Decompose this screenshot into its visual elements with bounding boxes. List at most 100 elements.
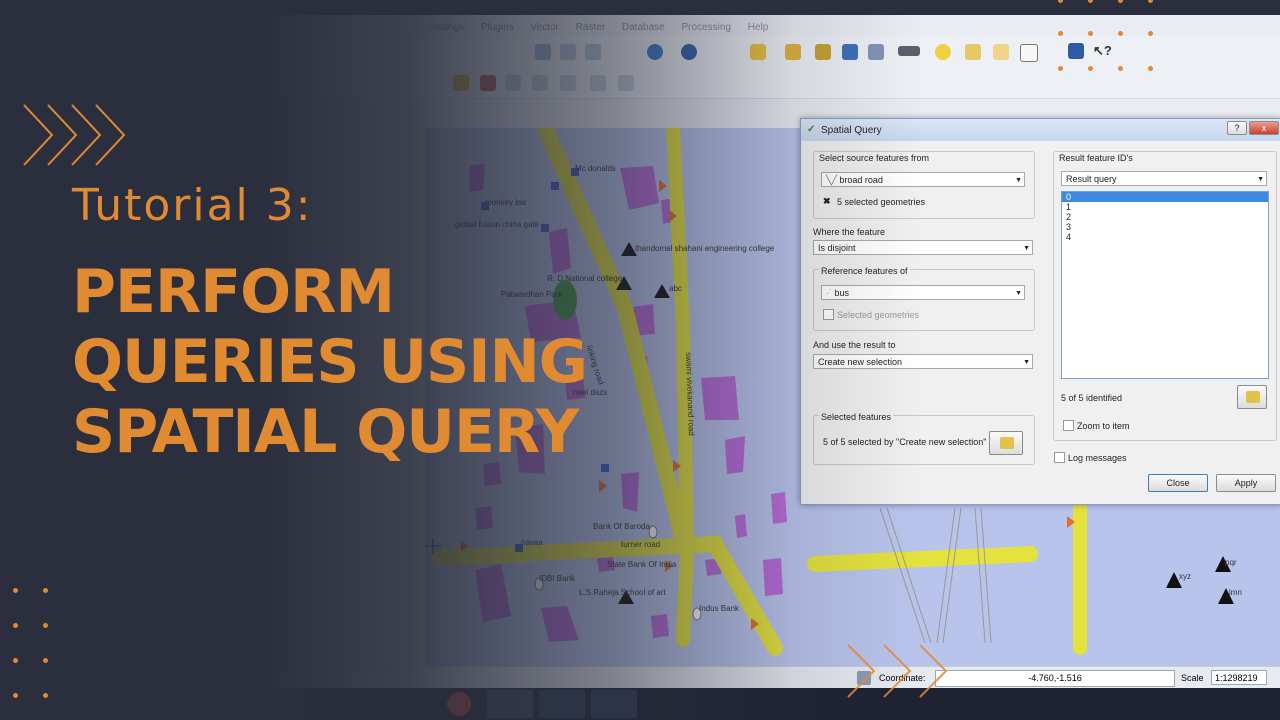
map-tips-icon[interactable]: [935, 44, 951, 60]
reference-group-title: Reference features of: [819, 266, 910, 276]
close-button[interactable]: Close: [1148, 474, 1208, 492]
result-query-value: Result query: [1066, 174, 1117, 184]
whats-this-icon[interactable]: ↖?: [1093, 43, 1112, 59]
menu-settings[interactable]: Settings: [428, 22, 464, 33]
log-messages-label: Log messages: [1068, 453, 1127, 463]
reference-selected-checkbox[interactable]: [823, 309, 834, 320]
map-label: monkey bar: [485, 198, 527, 207]
statistics-icon[interactable]: [868, 44, 884, 60]
zoom-selected-button[interactable]: [1237, 385, 1267, 409]
zoom-out-icon[interactable]: [585, 44, 601, 60]
reference-selected-label: Selected geometries: [837, 310, 920, 320]
menu-vector[interactable]: Vector: [531, 22, 559, 33]
list-item[interactable]: 2: [1062, 212, 1268, 222]
list-item[interactable]: 0: [1062, 192, 1268, 202]
building-polygon: [549, 228, 571, 274]
title-line-2: QUERIES USING: [72, 327, 588, 397]
chevron-down-icon: ▼: [1015, 177, 1022, 184]
spatial-query-dialog: ✓ Spatial Query ? x Select source featur…: [800, 118, 1280, 505]
log-messages-checkbox[interactable]: [1054, 452, 1065, 463]
coordinate-field[interactable]: -4.760,-1.516: [935, 670, 1175, 687]
map-label: Patwardhan Park: [501, 290, 563, 299]
checkbox-checked-icon[interactable]: ✖: [823, 196, 831, 207]
edit-tool-icon[interactable]: [618, 75, 634, 91]
building-polygon: [763, 558, 783, 596]
edit-tool-icon[interactable]: [590, 75, 606, 91]
building-polygon: [725, 436, 745, 474]
source-layer-combo[interactable]: ╲╱ broad road ▼: [821, 172, 1025, 187]
building-polygon: [469, 163, 485, 192]
result-query-combo[interactable]: Result query ▼: [1061, 171, 1267, 186]
attribute-table-icon[interactable]: [842, 44, 858, 60]
text-annotation-icon[interactable]: [1020, 44, 1038, 62]
menu-help[interactable]: Help: [748, 22, 769, 33]
identify-icon[interactable]: [681, 44, 697, 60]
spatial-query-icon: ✓: [807, 124, 816, 135]
building-polygon: [621, 472, 639, 512]
dialog-close-x-button[interactable]: x: [1249, 121, 1279, 135]
refresh-icon[interactable]: [647, 44, 663, 60]
dialog-title: Spatial Query: [821, 125, 882, 136]
map-label: IDBI Bank: [539, 574, 576, 583]
window-taskbar-icon[interactable]: [539, 690, 585, 718]
scale-combo[interactable]: 1:1298219: [1211, 670, 1267, 685]
park-polygon: [553, 280, 577, 320]
selection-icon: [1000, 437, 1014, 449]
poi-square: [551, 182, 559, 190]
map-label: lmn: [1229, 588, 1242, 597]
chevron-down-icon: ▼: [1023, 359, 1030, 366]
help-icon[interactable]: [1068, 43, 1084, 59]
menu-database[interactable]: Database: [622, 22, 665, 33]
building-polygon: [771, 492, 787, 524]
digitize-icon[interactable]: [453, 75, 469, 91]
source-group-title: Select source features from: [819, 153, 930, 163]
dialog-help-button[interactable]: ?: [1227, 121, 1247, 135]
map-label: Indus Bank: [699, 604, 740, 613]
deselect-icon[interactable]: [785, 44, 801, 60]
menu-raster[interactable]: Raster: [576, 22, 605, 33]
result-action-combo[interactable]: Create new selection ▼: [813, 354, 1033, 369]
bookmark-icon[interactable]: [965, 44, 981, 60]
building-polygon: [701, 376, 739, 420]
new-bookmark-icon[interactable]: [993, 44, 1009, 60]
map-label: L.S.Raheja School of art: [579, 588, 666, 597]
result-action-value: Create new selection: [818, 357, 903, 367]
list-item[interactable]: 1: [1062, 202, 1268, 212]
edit-tool-icon[interactable]: [505, 75, 521, 91]
chevron-down-icon: ▼: [1015, 290, 1022, 297]
measure-icon[interactable]: [898, 46, 920, 56]
main-toolbar: ↖?: [235, 36, 1280, 69]
status-bar: Coordinate: -4.760,-1.516 Scale 1:129821…: [235, 666, 1280, 689]
chevron-down-icon: ▼: [1257, 176, 1264, 183]
edit-tool-icon[interactable]: [532, 75, 548, 91]
operator-combo[interactable]: Is disjoint ▼: [813, 240, 1033, 255]
menu-plugins[interactable]: Plugins: [481, 22, 514, 33]
road-line: [807, 546, 1038, 572]
list-item[interactable]: 4: [1062, 232, 1268, 242]
result-id-list[interactable]: 0 1 2 3 4: [1061, 191, 1269, 379]
delete-feature-icon[interactable]: [480, 75, 496, 91]
edit-tool-icon[interactable]: [560, 75, 576, 91]
tutorial-subtitle: Tutorial 3:: [72, 180, 313, 231]
list-item[interactable]: 3: [1062, 222, 1268, 232]
where-label: Where the feature: [813, 227, 886, 237]
map-label: turner road: [621, 540, 661, 549]
zoom-in-icon[interactable]: [560, 44, 576, 60]
camtasia-icon[interactable]: [591, 690, 637, 718]
field-calc-icon[interactable]: [815, 44, 831, 60]
selected-features-text: 5 of 5 selected by "Create new selection…: [823, 437, 987, 447]
reference-layer-combo[interactable]: ·˙ bus ▼: [821, 285, 1025, 300]
map-label: State Bank Of India: [607, 560, 677, 569]
qgis-taskbar-icon[interactable]: [487, 690, 533, 718]
zoom-to-item-checkbox[interactable]: [1063, 420, 1074, 431]
result-group-title: Result feature ID's: [1059, 153, 1133, 163]
map-label: navaa: [521, 538, 543, 547]
pan-icon[interactable]: [535, 44, 551, 60]
menu-processing[interactable]: Processing: [681, 22, 730, 33]
select-icon[interactable]: [750, 44, 766, 60]
apply-button[interactable]: Apply: [1216, 474, 1276, 492]
source-layer-value: broad road: [839, 175, 883, 185]
select-features-button[interactable]: [989, 431, 1023, 455]
zoom-selection-icon: [1246, 391, 1260, 403]
chrome-icon[interactable]: [447, 692, 471, 716]
